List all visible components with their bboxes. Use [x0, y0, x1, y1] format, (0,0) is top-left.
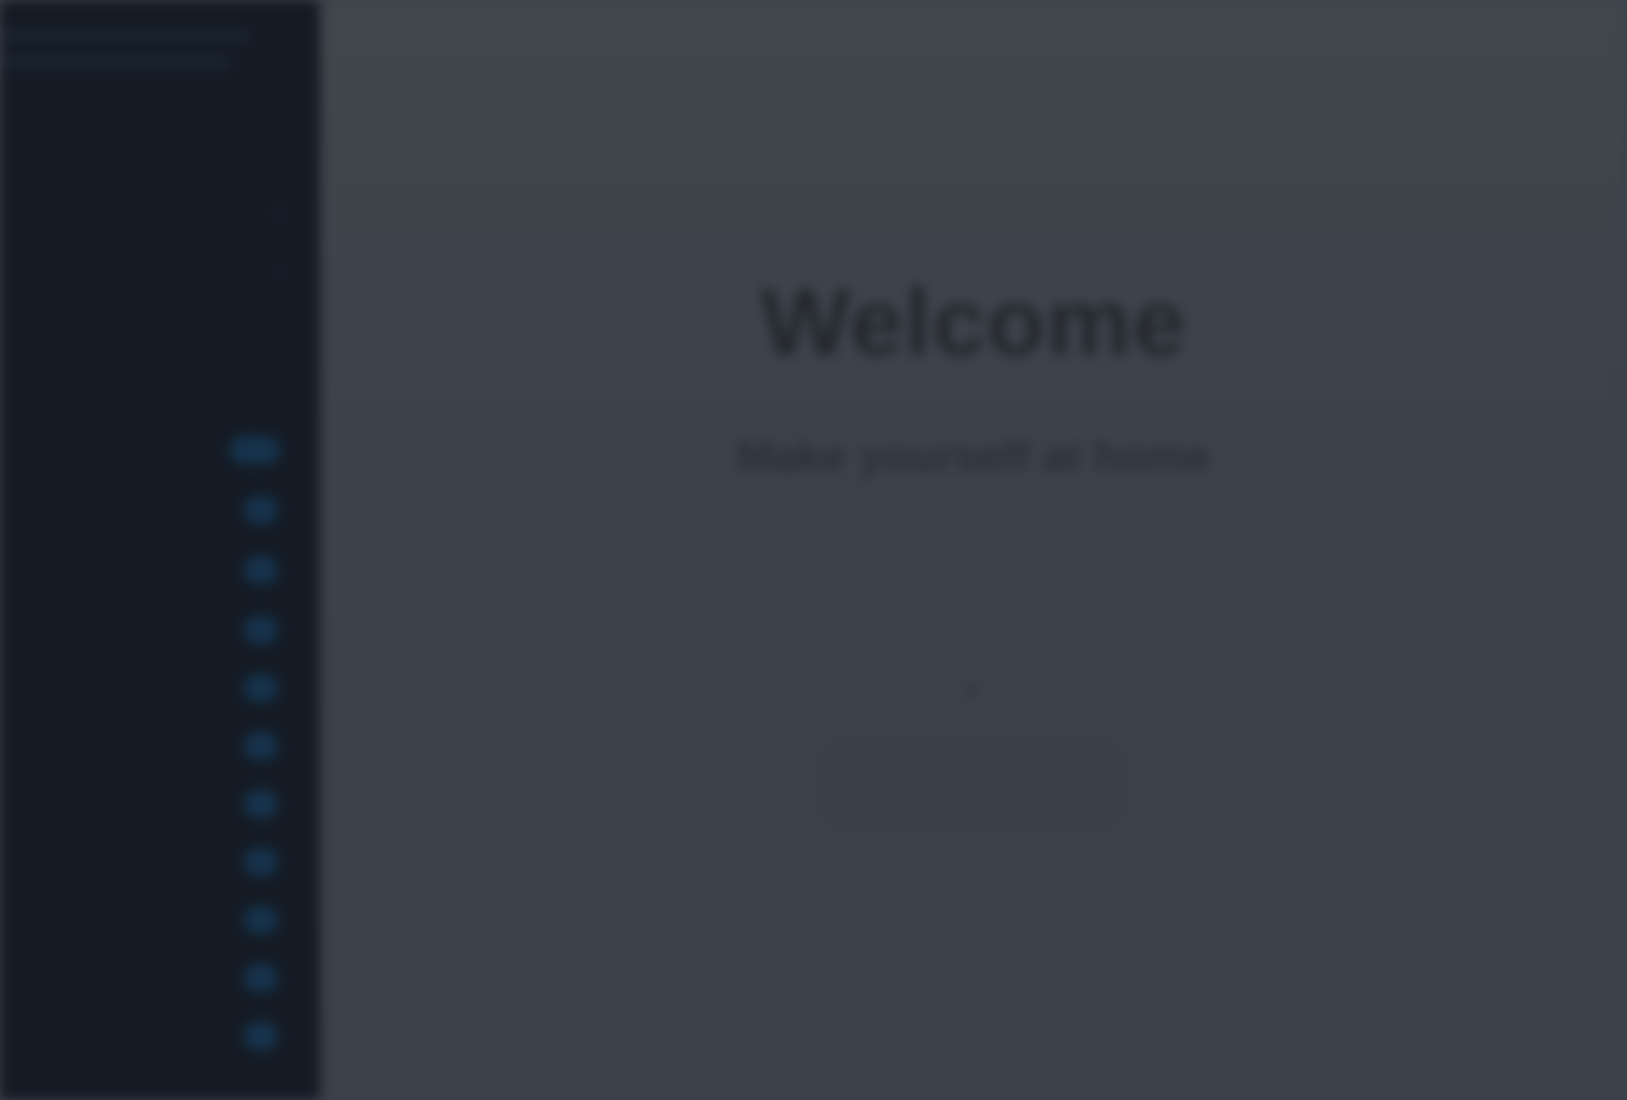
chevron-down-icon: ▾ [274, 262, 284, 282]
sidebar-item[interactable]: ▾ [0, 198, 300, 238]
sidebar-item[interactable] [0, 610, 300, 650]
brand-placeholder [0, 56, 230, 68]
sidebar: ▾ ▾ [0, 0, 320, 1100]
count-badge [244, 1022, 278, 1050]
page-subtitle: Make yourself at home [736, 432, 1211, 481]
sidebar-item[interactable] [0, 490, 300, 530]
app-window: ▾ ▾ Welcome Make yourself at home ➤ [0, 0, 1627, 1100]
count-badge [244, 848, 278, 876]
sidebar-item[interactable] [0, 900, 300, 940]
sidebar-item[interactable] [0, 842, 300, 882]
count-badge [244, 616, 278, 644]
count-badge [244, 964, 278, 992]
count-badge [244, 496, 278, 524]
sidebar-brand[interactable] [0, 18, 260, 73]
sidebar-item[interactable] [0, 784, 300, 824]
count-badge [244, 674, 278, 702]
sidebar-item[interactable] [0, 430, 300, 470]
sidebar-item[interactable] [0, 668, 300, 708]
count-badge [244, 732, 278, 760]
get-started-button[interactable] [820, 742, 1124, 826]
page-title: Welcome [760, 269, 1187, 376]
count-badge [244, 556, 278, 584]
sidebar-item[interactable] [0, 958, 300, 998]
arrow-icon: ➤ [960, 674, 984, 705]
sidebar-item[interactable] [0, 1016, 300, 1056]
sidebar-item[interactable] [0, 550, 300, 590]
sidebar-item[interactable] [0, 726, 300, 766]
count-badge [244, 906, 278, 934]
brand-placeholder [0, 30, 250, 42]
chevron-down-icon: ▾ [274, 204, 284, 224]
count-badge [244, 790, 278, 818]
sidebar-item[interactable]: ▾ [0, 256, 300, 296]
main-content: Welcome Make yourself at home ➤ [320, 0, 1627, 1100]
count-badge [230, 436, 280, 464]
